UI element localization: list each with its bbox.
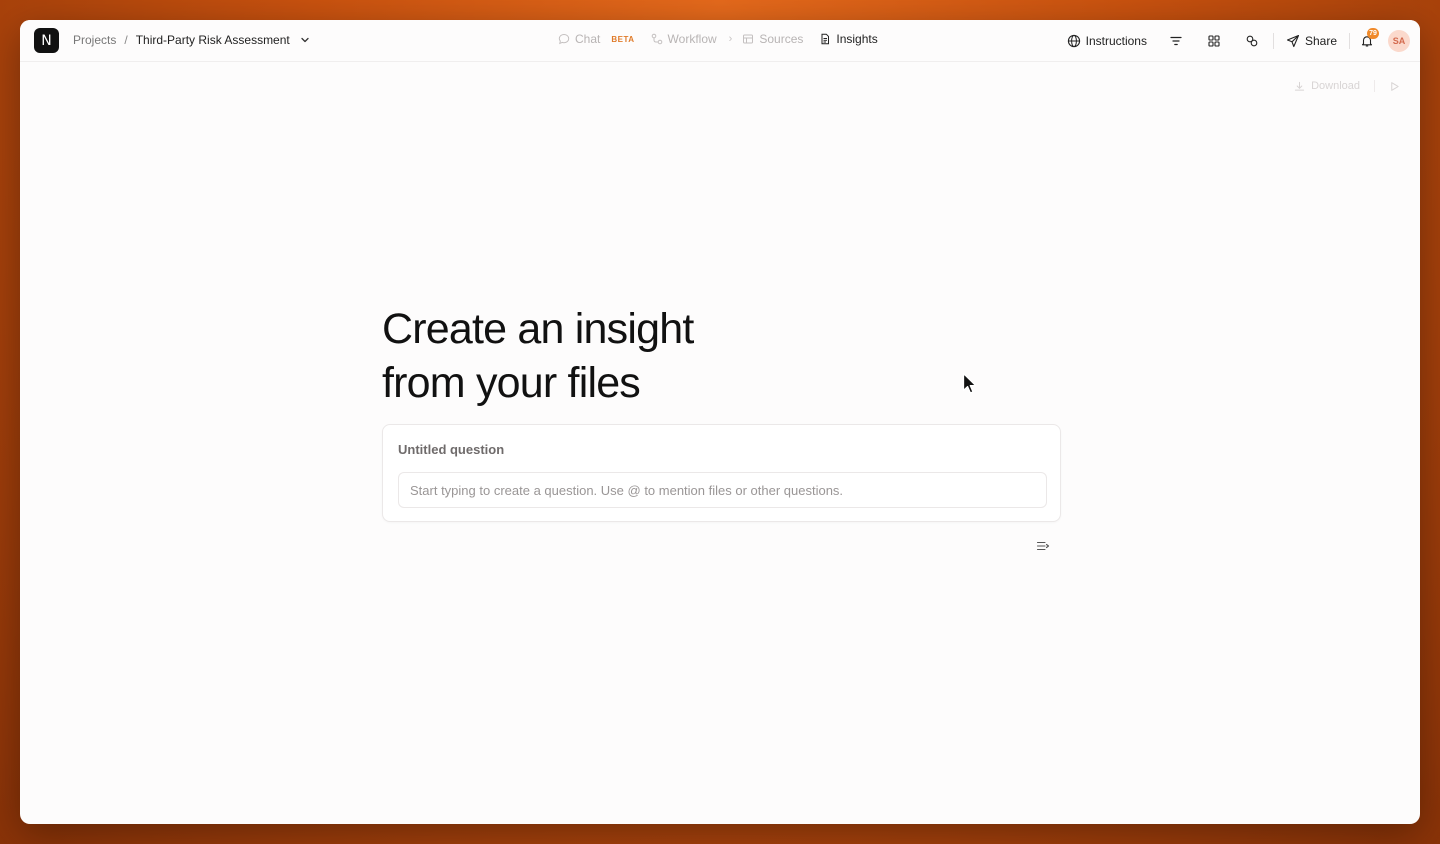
question-title[interactable]: Untitled question [398, 442, 504, 457]
table-icon [743, 34, 754, 44]
download-label: Download [1311, 80, 1360, 92]
download-button[interactable]: Download [1294, 80, 1360, 92]
tab-sources-label: Sources [759, 32, 804, 46]
chevron-down-icon[interactable] [300, 35, 310, 45]
toolbar-divider [1349, 33, 1350, 49]
toolbar-divider [1272, 33, 1274, 49]
play-icon[interactable] [1389, 81, 1400, 92]
instructions-button[interactable]: Instructions [1057, 28, 1157, 54]
download-icon [1294, 81, 1305, 91]
breadcrumb-projects-link[interactable]: Projects [73, 33, 116, 47]
globe-icon [1067, 34, 1080, 48]
app-window: N Projects / Third-Party Risk Assessment… [20, 20, 1420, 824]
grid-icon [1208, 35, 1220, 47]
app-logo[interactable]: N [34, 28, 59, 53]
tab-chat[interactable]: Chat BETA [558, 32, 635, 46]
main-nav: Chat BETA Workflow › Sources Insights [558, 32, 894, 46]
breadcrumb: Projects / Third-Party Risk Assessment [73, 33, 310, 47]
grid-view-button[interactable] [1195, 28, 1233, 54]
tab-workflow-label: Workflow [667, 32, 717, 46]
link-icon [1246, 35, 1258, 47]
notifications-button[interactable]: 79 [1352, 28, 1382, 54]
link-button[interactable] [1233, 28, 1271, 54]
filter-button[interactable] [1157, 28, 1195, 54]
page-title-line-1: Create an insight [382, 305, 694, 353]
send-icon [1286, 34, 1300, 48]
list-arrow-icon [1036, 541, 1050, 551]
breadcrumb-separator: / [124, 33, 128, 47]
notification-count-badge: 79 [1367, 28, 1379, 39]
chat-bubble-icon [558, 33, 570, 45]
instructions-label: Instructions [1085, 34, 1147, 48]
document-icon [821, 33, 830, 45]
question-input[interactable] [398, 472, 1047, 508]
workflow-icon [651, 33, 662, 45]
insight-sub-toolbar: Download [1294, 80, 1400, 92]
share-label: Share [1304, 34, 1337, 48]
right-toolbar: Instructions Share 79 SA [1057, 28, 1410, 54]
mouse-cursor-icon [962, 372, 977, 394]
tab-chat-label: Chat [575, 32, 601, 46]
filter-icon [1170, 36, 1182, 46]
tab-sources[interactable]: Sources [742, 32, 803, 46]
question-card: Untitled question [382, 424, 1061, 522]
page-title: Create an insight from your files [382, 302, 882, 410]
beta-badge: BETA [611, 34, 635, 44]
share-button[interactable]: Share [1276, 28, 1347, 54]
top-bar: N Projects / Third-Party Risk Assessment… [20, 20, 1420, 62]
tab-insights[interactable]: Insights [819, 32, 878, 46]
nav-chevron-right-icon: › [728, 33, 733, 45]
sub-toolbar-divider [1374, 80, 1375, 92]
question-options-button[interactable] [1036, 539, 1052, 555]
avatar[interactable]: SA [1388, 30, 1410, 52]
tab-insights-label: Insights [836, 32, 878, 46]
project-name[interactable]: Third-Party Risk Assessment [136, 33, 290, 47]
page-title-line-2: from your files [382, 359, 641, 407]
tab-workflow[interactable]: Workflow [651, 32, 717, 46]
